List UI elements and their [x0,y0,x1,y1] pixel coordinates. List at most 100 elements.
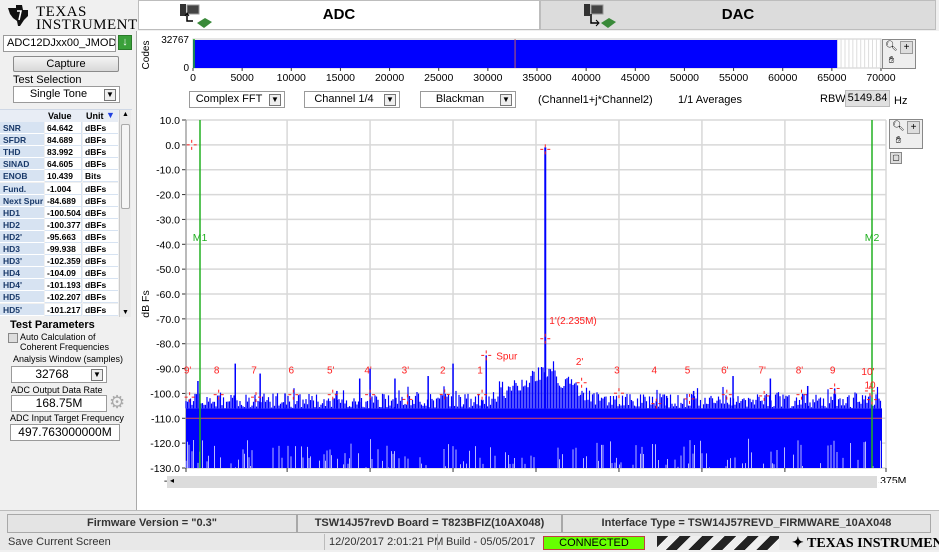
chevron-down-icon[interactable]: ▼ [104,89,116,101]
device-select[interactable]: ADC12DJxx00_JMODE [3,35,116,52]
cell-unit: dBFs [83,230,118,243]
channel-dropdown[interactable]: Channel 1/4 ▼ [304,91,400,108]
chevron-down-icon[interactable]: ▼ [500,94,512,106]
capture-button[interactable]: Capture [13,56,119,72]
ytick-label: -60.0 [156,289,180,301]
cell-name: SFDR [0,134,44,147]
table-row: Fund. -1.004 dBFs [0,182,118,195]
annotation-label: 2 [440,366,446,377]
annotation-label: 6' [721,366,729,377]
scroll-thumb[interactable] [121,124,130,209]
cell-name: Next Spur [0,194,44,207]
annotation-label: 10' [861,367,874,378]
xtick-label: 20000 [375,72,404,84]
xtick-label: 0 [190,72,196,84]
zoom-icon[interactable]: 🔍︎ [892,121,905,134]
ti-state-icon [8,5,28,26]
board-info: TSW14J57revD Board = T823BFIZ(10AX048) [297,514,562,533]
annotation-label: 9' [184,366,192,377]
annotation-label: 1 [477,366,483,377]
col-value: Value [48,111,72,121]
cell-unit: dBFs [83,291,118,304]
annotation-label: 7' [758,366,766,377]
averages-label: 1/1 Averages [678,94,743,106]
col-unit[interactable]: Unit [86,111,104,121]
crosshair-icon[interactable]: + [907,121,920,134]
channel-value: Channel 1/4 [314,93,374,105]
test-selection-value: Single Tone [29,88,88,100]
fft-type-dropdown[interactable]: Complex FFT ▼ [189,91,285,108]
fundamental-label: 1'(2.235M) [549,316,597,327]
annotation-label: 2' [576,357,584,368]
chevron-down-icon[interactable]: ▼ [91,369,103,381]
annotation-label: 6 [289,366,295,377]
scroll-down-icon[interactable]: ▼ [122,309,129,316]
table-row: HD5 -102.207 dBFs [0,291,118,304]
xtick-label: 15000 [326,72,355,84]
cell-unit: dBFs [83,146,118,159]
analysis-window-dropdown[interactable]: 32768 ▼ [11,366,107,383]
test-selection-dropdown[interactable]: Single Tone ▼ [13,86,120,103]
chevron-down-icon[interactable]: ▼ [384,94,396,106]
annotation-label: 8' [796,366,804,377]
annotation-label: 8 [214,366,220,377]
data-rate-field[interactable]: 168.75M [11,395,107,412]
cell-name: Fund. [0,182,44,195]
xtick-label: 65000 [817,72,846,84]
auto-calc-label-2: Coherent Frequencies [20,342,110,352]
cell-unit: dBFs [83,134,118,147]
reset-zoom-icon[interactable]: ▢ [890,152,902,164]
cell-value: -99.938 [45,243,82,256]
fft-type-value: Complex FFT [195,93,263,105]
cell-value: -100.504 [45,206,82,219]
cell-value: -101.193 [45,279,82,292]
codes-graph-tools: 🔍︎ + ✋︎ [882,39,916,69]
chevron-down-icon[interactable]: ▼ [269,94,281,106]
pan-hand-icon[interactable]: ✋︎ [892,135,905,148]
tab-adc[interactable]: ADC [138,0,540,30]
cell-unit: dBFs [83,255,118,268]
ytick-label: 10.0 [160,115,181,127]
cell-value: -101.217 [45,303,82,316]
window-dropdown[interactable]: Blackman ▼ [420,91,516,108]
tab-dac[interactable]: DAC [540,0,936,30]
fft-chart[interactable]: 10.0 0.0 -10.0 -20.0 -30.0 -40.0 -50.0 -60.0 -70… [137,111,939,483]
ytick-label: -100.0 [150,388,180,400]
table-row: ENOB 10.439 Bits [0,170,118,183]
crosshair-icon[interactable]: + [900,41,913,54]
table-row: SINAD 64.605 dBFs [0,158,118,171]
scroll-left-icon[interactable]: ◂ [170,476,174,485]
table-row: SNR 64.642 dBFs [0,122,118,135]
table-scrollbar[interactable]: ▲ ▼ [119,110,131,317]
cell-unit: dBFs [83,206,118,219]
codes-chart[interactable]: Codes 32767 00 5000 10000 15000 20000 25000 3000… [137,31,939,87]
table-row: SFDR 84.689 dBFs [0,134,118,147]
annotation-label: Spur [496,351,518,362]
xtick-label: 35000 [522,72,551,84]
tab-dac-label: DAC [721,6,755,23]
cell-value: 83.992 [45,146,82,159]
xtick-label: 40000 [572,72,601,84]
input-freq-field[interactable]: 497.763000000M [10,424,120,441]
save-screen-link[interactable]: Save Current Screen [8,534,111,550]
pan-hand-icon[interactable]: ✋︎ [885,55,898,68]
scroll-up-icon[interactable]: ▲ [122,111,129,118]
auto-calc-checkbox[interactable] [8,333,18,343]
cell-name: HD3' [0,255,44,268]
ytick-label: -110.0 [151,413,180,425]
brand-line2: Instruments [36,17,147,33]
fft-h-scrollbar[interactable]: ◂ [167,476,877,488]
timestamp: 12/20/2017 2:01:21 PM [324,534,443,550]
annotation-label: 5' [327,366,335,377]
cell-value: 84.689 [45,134,82,147]
cell-value: -1.004 [45,182,82,195]
download-icon[interactable]: ↓ [118,35,132,50]
sort-icon[interactable]: ▼ [106,110,115,120]
ytick-label: -30.0 [156,214,180,226]
gear-icon[interactable]: ⚙ [109,393,125,411]
tab-adc-label: ADC [322,6,356,23]
cell-value: -102.207 [45,291,82,304]
cell-unit: dBFs [83,194,118,207]
zoom-icon[interactable]: 🔍︎ [885,41,898,54]
marker-label-m2: M2 [865,232,880,244]
